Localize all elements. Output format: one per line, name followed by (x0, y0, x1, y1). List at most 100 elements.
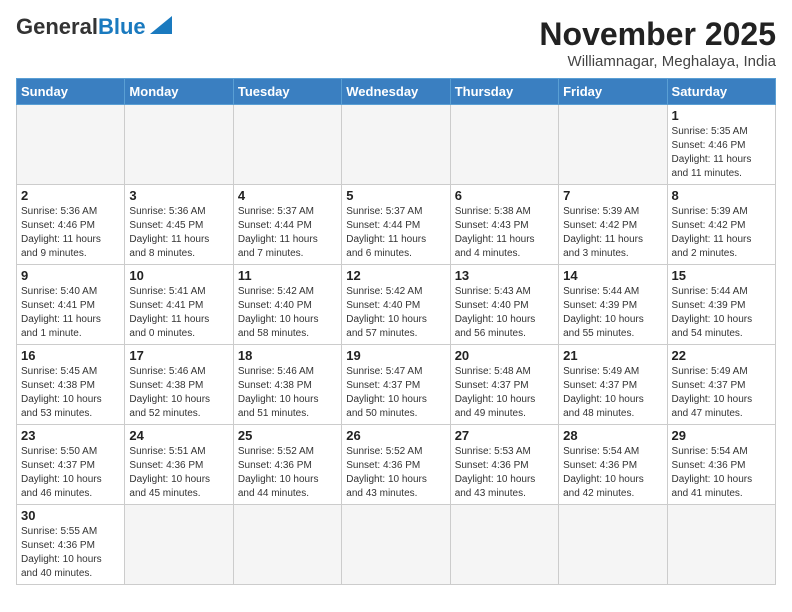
calendar-day-cell: 28 Sunrise: 5:54 AM Sunset: 4:36 PM Dayli… (559, 425, 667, 505)
calendar-week-6: 30 Sunrise: 5:55 AM Sunset: 4:36 PM Dayli… (17, 505, 776, 585)
calendar-day-cell: 18 Sunrise: 5:46 AM Sunset: 4:38 PM Dayli… (233, 345, 341, 425)
day-number: 10 (129, 268, 228, 283)
day-number: 5 (346, 188, 445, 203)
calendar-day-cell (559, 505, 667, 585)
day-info: Sunrise: 5:42 AM Sunset: 4:40 PM Dayligh… (238, 285, 337, 341)
calendar-day-cell: 3 Sunrise: 5:36 AM Sunset: 4:45 PM Daylig… (125, 185, 233, 265)
calendar-header-wednesday: Wednesday (342, 79, 450, 105)
day-number: 17 (129, 348, 228, 363)
day-number: 4 (238, 188, 337, 203)
day-number: 30 (21, 508, 120, 523)
calendar-day-cell (342, 105, 450, 185)
day-info: Sunrise: 5:51 AM Sunset: 4:36 PM Dayligh… (129, 445, 228, 501)
day-info: Sunrise: 5:49 AM Sunset: 4:37 PM Dayligh… (672, 365, 771, 421)
calendar-header-saturday: Saturday (667, 79, 775, 105)
calendar-day-cell: 1Sunrise: 5:35 AM Sunset: 4:46 PM Daylig… (667, 105, 775, 185)
calendar-header-sunday: Sunday (17, 79, 125, 105)
day-info: Sunrise: 5:55 AM Sunset: 4:36 PM Dayligh… (21, 525, 120, 581)
day-info: Sunrise: 5:46 AM Sunset: 4:38 PM Dayligh… (129, 365, 228, 421)
calendar-day-cell (125, 505, 233, 585)
calendar-day-cell: 15 Sunrise: 5:44 AM Sunset: 4:39 PM Dayli… (667, 265, 775, 345)
calendar-day-cell: 5 Sunrise: 5:37 AM Sunset: 4:44 PM Daylig… (342, 185, 450, 265)
day-info: Sunrise: 5:37 AM Sunset: 4:44 PM Dayligh… (346, 205, 445, 261)
day-number: 3 (129, 188, 228, 203)
day-number: 28 (563, 428, 662, 443)
calendar-day-cell (233, 105, 341, 185)
logo-blue: Blue (98, 14, 146, 39)
day-info: Sunrise: 5:48 AM Sunset: 4:37 PM Dayligh… (455, 365, 554, 421)
title-block: November 2025 Williamnagar, Meghalaya, I… (539, 16, 776, 70)
calendar-day-cell: 30 Sunrise: 5:55 AM Sunset: 4:36 PM Dayli… (17, 505, 125, 585)
day-info: Sunrise: 5:49 AM Sunset: 4:37 PM Dayligh… (563, 365, 662, 421)
day-number: 16 (21, 348, 120, 363)
calendar-day-cell: 14Sunrise: 5:44 AM Sunset: 4:39 PM Dayli… (559, 265, 667, 345)
day-number: 11 (238, 268, 337, 283)
calendar-day-cell: 24 Sunrise: 5:51 AM Sunset: 4:36 PM Dayli… (125, 425, 233, 505)
logo-text: GeneralBlue (16, 16, 146, 38)
calendar-day-cell (559, 105, 667, 185)
calendar-day-cell (125, 105, 233, 185)
calendar-day-cell: 25Sunrise: 5:52 AM Sunset: 4:36 PM Dayli… (233, 425, 341, 505)
calendar-day-cell: 12 Sunrise: 5:42 AM Sunset: 4:40 PM Dayli… (342, 265, 450, 345)
day-info: Sunrise: 5:44 AM Sunset: 4:39 PM Dayligh… (672, 285, 771, 341)
calendar-day-cell: 4 Sunrise: 5:37 AM Sunset: 4:44 PM Daylig… (233, 185, 341, 265)
day-info: Sunrise: 5:40 AM Sunset: 4:41 PM Dayligh… (21, 285, 120, 341)
day-number: 23 (21, 428, 120, 443)
day-info: Sunrise: 5:53 AM Sunset: 4:36 PM Dayligh… (455, 445, 554, 501)
day-info: Sunrise: 5:44 AM Sunset: 4:39 PM Dayligh… (563, 285, 662, 341)
calendar-day-cell (450, 505, 558, 585)
day-info: Sunrise: 5:46 AM Sunset: 4:38 PM Dayligh… (238, 365, 337, 421)
day-info: Sunrise: 5:47 AM Sunset: 4:37 PM Dayligh… (346, 365, 445, 421)
calendar-day-cell (450, 105, 558, 185)
day-number: 24 (129, 428, 228, 443)
day-info: Sunrise: 5:37 AM Sunset: 4:44 PM Dayligh… (238, 205, 337, 261)
day-info: Sunrise: 5:36 AM Sunset: 4:46 PM Dayligh… (21, 205, 120, 261)
calendar-day-cell (17, 105, 125, 185)
calendar-header-row: SundayMondayTuesdayWednesdayThursdayFrid… (17, 79, 776, 105)
month-title: November 2025 (539, 16, 776, 53)
day-info: Sunrise: 5:42 AM Sunset: 4:40 PM Dayligh… (346, 285, 445, 341)
calendar-day-cell: 8Sunrise: 5:39 AM Sunset: 4:42 PM Daylig… (667, 185, 775, 265)
calendar-header-friday: Friday (559, 79, 667, 105)
calendar-day-cell: 29Sunrise: 5:54 AM Sunset: 4:36 PM Dayli… (667, 425, 775, 505)
page-header: GeneralBlue November 2025 Williamnagar, … (16, 16, 776, 70)
calendar-week-2: 2 Sunrise: 5:36 AM Sunset: 4:46 PM Daylig… (17, 185, 776, 265)
calendar-day-cell: 17 Sunrise: 5:46 AM Sunset: 4:38 PM Dayli… (125, 345, 233, 425)
calendar-day-cell: 19 Sunrise: 5:47 AM Sunset: 4:37 PM Dayli… (342, 345, 450, 425)
calendar-day-cell: 26 Sunrise: 5:52 AM Sunset: 4:36 PM Dayli… (342, 425, 450, 505)
calendar-day-cell: 20 Sunrise: 5:48 AM Sunset: 4:37 PM Dayli… (450, 345, 558, 425)
day-number: 29 (672, 428, 771, 443)
day-number: 18 (238, 348, 337, 363)
day-number: 27 (455, 428, 554, 443)
calendar-week-5: 23 Sunrise: 5:50 AM Sunset: 4:37 PM Dayli… (17, 425, 776, 505)
calendar-day-cell: 27 Sunrise: 5:53 AM Sunset: 4:36 PM Dayli… (450, 425, 558, 505)
day-info: Sunrise: 5:41 AM Sunset: 4:41 PM Dayligh… (129, 285, 228, 341)
day-number: 15 (672, 268, 771, 283)
calendar-day-cell (342, 505, 450, 585)
day-number: 26 (346, 428, 445, 443)
day-info: Sunrise: 5:52 AM Sunset: 4:36 PM Dayligh… (346, 445, 445, 501)
day-info: Sunrise: 5:54 AM Sunset: 4:36 PM Dayligh… (563, 445, 662, 501)
day-info: Sunrise: 5:52 AM Sunset: 4:36 PM Dayligh… (238, 445, 337, 501)
day-number: 8 (672, 188, 771, 203)
day-number: 20 (455, 348, 554, 363)
calendar-day-cell (667, 505, 775, 585)
day-info: Sunrise: 5:35 AM Sunset: 4:46 PM Dayligh… (672, 125, 771, 181)
day-info: Sunrise: 5:36 AM Sunset: 4:45 PM Dayligh… (129, 205, 228, 261)
logo: GeneralBlue (16, 16, 172, 38)
calendar-day-cell: 11 Sunrise: 5:42 AM Sunset: 4:40 PM Dayli… (233, 265, 341, 345)
day-number: 6 (455, 188, 554, 203)
day-number: 9 (21, 268, 120, 283)
calendar-day-cell: 23 Sunrise: 5:50 AM Sunset: 4:37 PM Dayli… (17, 425, 125, 505)
location: Williamnagar, Meghalaya, India (539, 53, 776, 70)
logo-icon (150, 16, 172, 34)
day-info: Sunrise: 5:38 AM Sunset: 4:43 PM Dayligh… (455, 205, 554, 261)
calendar-day-cell: 7Sunrise: 5:39 AM Sunset: 4:42 PM Daylig… (559, 185, 667, 265)
day-number: 12 (346, 268, 445, 283)
day-info: Sunrise: 5:50 AM Sunset: 4:37 PM Dayligh… (21, 445, 120, 501)
day-number: 19 (346, 348, 445, 363)
day-number: 2 (21, 188, 120, 203)
day-info: Sunrise: 5:43 AM Sunset: 4:40 PM Dayligh… (455, 285, 554, 341)
day-number: 21 (563, 348, 662, 363)
calendar-day-cell: 6 Sunrise: 5:38 AM Sunset: 4:43 PM Daylig… (450, 185, 558, 265)
